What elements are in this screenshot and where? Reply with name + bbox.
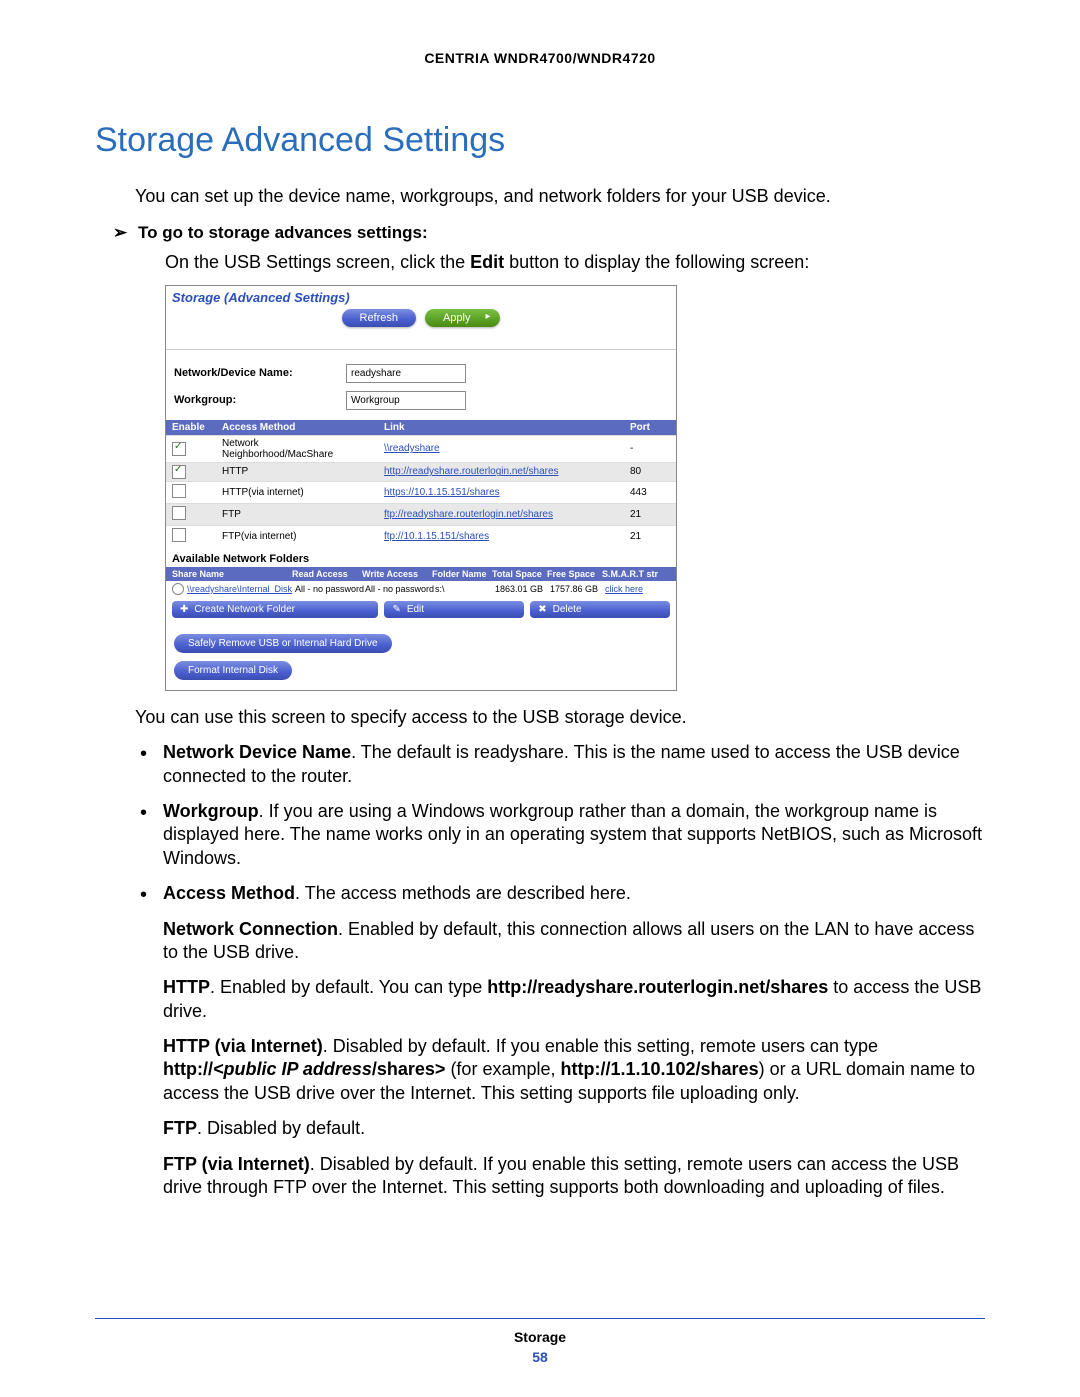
- sub-ftp-internet: FTP (via Internet). Disabled by default.…: [163, 1153, 985, 1200]
- footer-page-number: 58: [95, 1349, 985, 1365]
- pencil-icon: ✎: [392, 604, 400, 615]
- enable-checkbox[interactable]: [172, 442, 186, 456]
- arrow-icon: ➢: [113, 223, 127, 242]
- screenshot-storage-advanced: Storage (Advanced Settings) Refresh Appl…: [165, 285, 677, 691]
- footer-section: Storage: [95, 1329, 985, 1345]
- page-footer: Storage 58: [95, 1318, 985, 1365]
- close-icon: ✖: [538, 604, 546, 615]
- folder-radio[interactable]: [172, 583, 184, 595]
- device-name-input[interactable]: readyshare: [346, 364, 466, 383]
- create-folder-button[interactable]: ✚Create Network Folder: [172, 601, 378, 618]
- enable-checkbox[interactable]: [172, 528, 186, 542]
- folder-row: \\readyshare\Internal_Disk All - no pass…: [166, 581, 676, 597]
- apply-button[interactable]: Apply: [425, 309, 501, 327]
- link[interactable]: ftp://10.1.15.151/shares: [384, 531, 489, 542]
- sub-http-internet: HTTP (via Internet). Disabled by default…: [163, 1035, 985, 1105]
- th-enable: Enable: [166, 420, 216, 436]
- enable-checkbox[interactable]: [172, 484, 186, 498]
- table-row: HTTP http://readyshare.routerlogin.net/s…: [166, 462, 676, 481]
- intro-text: You can set up the device name, workgrou…: [135, 185, 985, 208]
- header-model: CENTRIA WNDR4700/WNDR4720: [95, 50, 985, 66]
- plus-icon: ✚: [180, 604, 188, 615]
- table-row: Network Neighborhood/MacShare \\readysha…: [166, 435, 676, 462]
- edit-folder-button[interactable]: ✎Edit: [384, 601, 524, 618]
- page-title: Storage Advanced Settings: [95, 121, 985, 160]
- enable-checkbox[interactable]: [172, 506, 186, 520]
- table-row: HTTP(via internet) https://10.1.15.151/s…: [166, 481, 676, 503]
- access-method-table: Enable Access Method Link Port Network N…: [166, 420, 676, 547]
- ss-button-row: Refresh Apply: [166, 309, 676, 350]
- bullet-workgroup: Workgroup. If you are using a Windows wo…: [135, 800, 985, 870]
- bullet-network-device-name: Network Device Name. The default is read…: [135, 741, 985, 788]
- folders-title: Available Network Folders: [166, 547, 676, 567]
- ss-title: Storage (Advanced Settings): [166, 286, 676, 309]
- sub-http: HTTP. Enabled by default. You can type h…: [163, 976, 985, 1023]
- table-row: FTP(via internet) ftp://10.1.15.151/shar…: [166, 525, 676, 547]
- link[interactable]: https://10.1.15.151/shares: [384, 487, 500, 498]
- link[interactable]: http://readyshare.routerlogin.net/shares: [384, 466, 559, 477]
- sub-ftp: FTP. Disabled by default.: [163, 1117, 985, 1140]
- bullet-access-method: Access Method. The access methods are de…: [135, 882, 985, 905]
- table-row: FTP ftp://readyshare.routerlogin.net/sha…: [166, 503, 676, 525]
- workgroup-input[interactable]: Workgroup: [346, 391, 466, 410]
- link[interactable]: \\readyshare: [384, 443, 440, 454]
- th-port: Port: [624, 420, 676, 436]
- sub-network-connection: Network Connection. Enabled by default, …: [163, 918, 985, 965]
- step-text: On the USB Settings screen, click the Ed…: [165, 251, 985, 274]
- after-screenshot-text: You can use this screen to specify acces…: [135, 706, 985, 729]
- th-method: Access Method: [216, 420, 378, 436]
- safely-remove-button[interactable]: Safely Remove USB or Internal Hard Drive: [174, 634, 392, 653]
- procedure-heading-text: To go to storage advances settings:: [138, 223, 428, 242]
- refresh-button[interactable]: Refresh: [342, 309, 417, 327]
- workgroup-label: Workgroup:: [174, 394, 346, 406]
- format-disk-button[interactable]: Format Internal Disk: [174, 661, 292, 680]
- th-link: Link: [378, 420, 624, 436]
- enable-checkbox[interactable]: [172, 465, 186, 479]
- delete-folder-button[interactable]: ✖Delete: [530, 601, 670, 618]
- folders-header: Share Name Read Access Write Access Fold…: [166, 567, 676, 581]
- device-name-label: Network/Device Name:: [174, 367, 346, 379]
- link[interactable]: ftp://readyshare.routerlogin.net/shares: [384, 509, 553, 520]
- procedure-heading: ➢ To go to storage advances settings:: [113, 223, 985, 243]
